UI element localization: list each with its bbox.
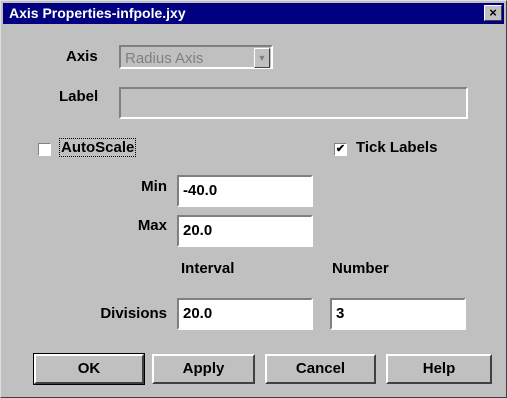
label-field-label: Label: [59, 88, 99, 105]
max-input[interactable]: 20.0: [177, 215, 313, 247]
autoscale-label[interactable]: AutoScale: [59, 138, 137, 157]
title-bar[interactable]: Axis Properties-infpole.jxy ×: [3, 3, 504, 24]
divisions-number-input[interactable]: 3: [330, 298, 466, 330]
help-button[interactable]: Help: [386, 354, 492, 384]
axis-dropdown[interactable]: Radius Axis ▼: [119, 45, 273, 69]
axis-properties-dialog: Axis Properties-infpole.jxy × Axis Radiu…: [0, 0, 507, 398]
autoscale-label-text: AutoScale: [59, 138, 137, 157]
window-title: Axis Properties-infpole.jxy: [9, 5, 186, 21]
chevron-down-icon[interactable]: ▼: [254, 48, 270, 68]
cancel-button[interactable]: Cancel: [265, 354, 376, 384]
min-label: Min: [141, 178, 167, 195]
divisions-interval-value: 20.0: [183, 305, 213, 322]
tick-labels-label[interactable]: Tick Labels: [356, 139, 437, 156]
axis-dropdown-value: Radius Axis: [125, 50, 204, 67]
max-label: Max: [137, 217, 167, 234]
number-column-header: Number: [332, 260, 389, 277]
divisions-interval-input[interactable]: 20.0: [177, 298, 313, 330]
tick-labels-check-icon: ✔: [335, 143, 346, 155]
ok-button[interactable]: OK: [33, 353, 145, 385]
max-input-value: 20.0: [183, 222, 213, 239]
interval-column-header: Interval: [181, 260, 235, 277]
close-button[interactable]: ×: [484, 5, 502, 21]
divisions-label: Divisions: [100, 305, 167, 322]
apply-button[interactable]: Apply: [152, 354, 255, 384]
divisions-number-value: 3: [336, 305, 345, 322]
axis-label: Axis: [66, 48, 98, 65]
min-input[interactable]: -40.0: [177, 175, 313, 207]
label-input[interactable]: [119, 87, 468, 119]
min-input-value: -40.0: [183, 182, 218, 199]
autoscale-checkbox[interactable]: [38, 143, 51, 156]
tick-labels-checkbox[interactable]: ✔: [334, 143, 347, 156]
